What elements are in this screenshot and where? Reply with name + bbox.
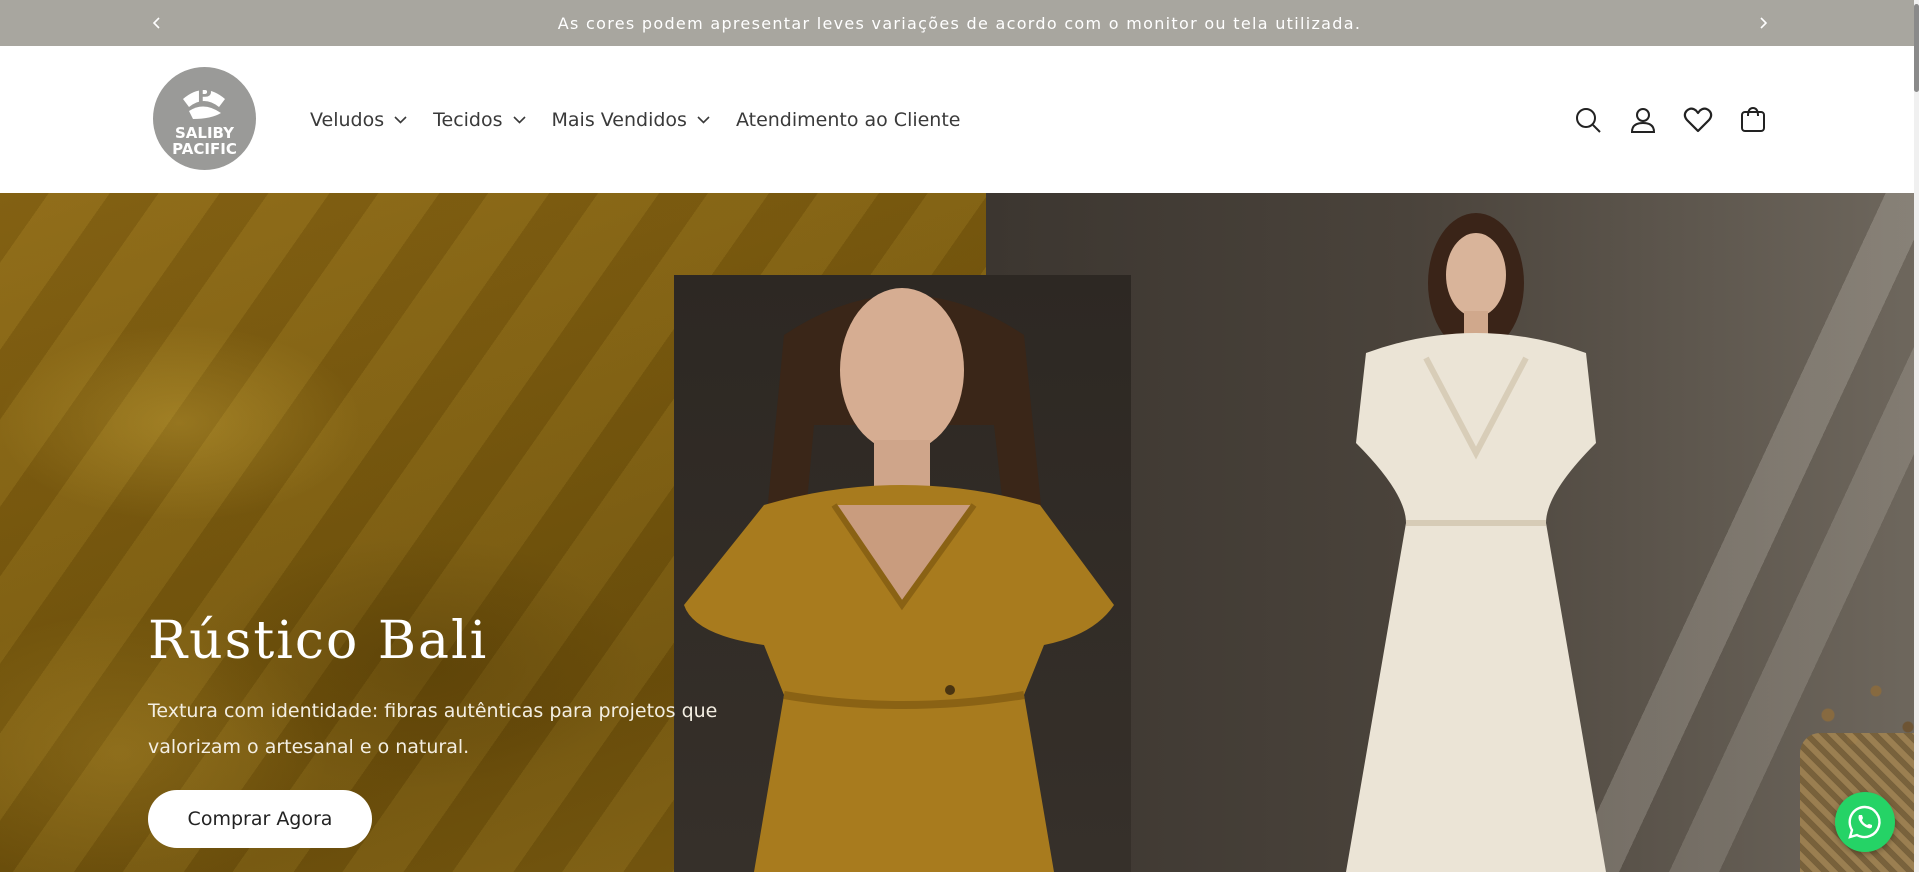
chevron-left-icon	[152, 17, 160, 29]
mustard-dress-model-image	[674, 275, 1131, 872]
whatsapp-icon	[1848, 805, 1881, 839]
announcement-prev-button[interactable]	[142, 0, 172, 46]
cart-button[interactable]	[1725, 92, 1780, 147]
svg-text:P: P	[197, 83, 212, 107]
hero-banner: Rústico Bali Textura com identidade: fib…	[0, 193, 1919, 872]
wishlist-heart-icon	[1683, 107, 1712, 132]
header-icons	[1560, 46, 1780, 193]
search-button[interactable]	[1560, 92, 1615, 147]
nav-item-veludos[interactable]: Veludos	[310, 109, 407, 131]
scrollbar-thumb[interactable]	[1914, 4, 1919, 92]
nav-item-label: Mais Vendidos	[551, 108, 687, 131]
chevron-down-icon	[394, 115, 407, 124]
nav-item-label: Veludos	[310, 108, 385, 131]
account-icon	[1630, 107, 1655, 133]
brand-logo[interactable]: P SALIBY PACIFIC	[153, 67, 256, 170]
search-icon	[1575, 107, 1601, 133]
account-button[interactable]	[1615, 92, 1670, 147]
page-scrollbar[interactable]	[1914, 0, 1919, 872]
nav-item-label: Tecidos	[433, 108, 503, 131]
announcement-bar: As cores podem apresentar leves variaçõe…	[0, 0, 1919, 46]
nav-item-label: Atendimento ao Cliente	[735, 108, 961, 131]
nav-item-atendimento[interactable]: Atendimento ao Cliente	[736, 109, 961, 131]
site-header: P SALIBY PACIFIC Veludos Tecidos Mais Ve…	[0, 46, 1919, 193]
chevron-down-icon	[697, 115, 710, 124]
cart-icon	[1740, 106, 1765, 132]
wishlist-button[interactable]	[1670, 92, 1725, 147]
hero-title: Rústico Bali	[148, 611, 489, 671]
shop-now-button[interactable]: Comprar Agora	[148, 790, 372, 848]
chevron-down-icon	[512, 115, 526, 124]
svg-text:PACIFIC: PACIFIC	[172, 140, 237, 158]
announcement-text: As cores podem apresentar leves variaçõe…	[557, 13, 1362, 33]
saliby-pacific-logo-icon: P SALIBY PACIFIC	[153, 67, 256, 170]
nav-item-tecidos[interactable]: Tecidos	[433, 108, 526, 131]
announcement-next-button[interactable]	[1748, 0, 1778, 46]
main-nav: Veludos Tecidos Mais Vendidos Atendiment…	[310, 46, 987, 193]
whatsapp-chat-button[interactable]	[1835, 792, 1895, 852]
nav-item-mais-vendidos[interactable]: Mais Vendidos	[552, 109, 710, 131]
hero-description: Textura com identidade: fibras autêntica…	[148, 700, 718, 758]
chevron-right-icon	[1760, 17, 1768, 29]
model-mustard-dress-illustration	[684, 288, 1114, 872]
